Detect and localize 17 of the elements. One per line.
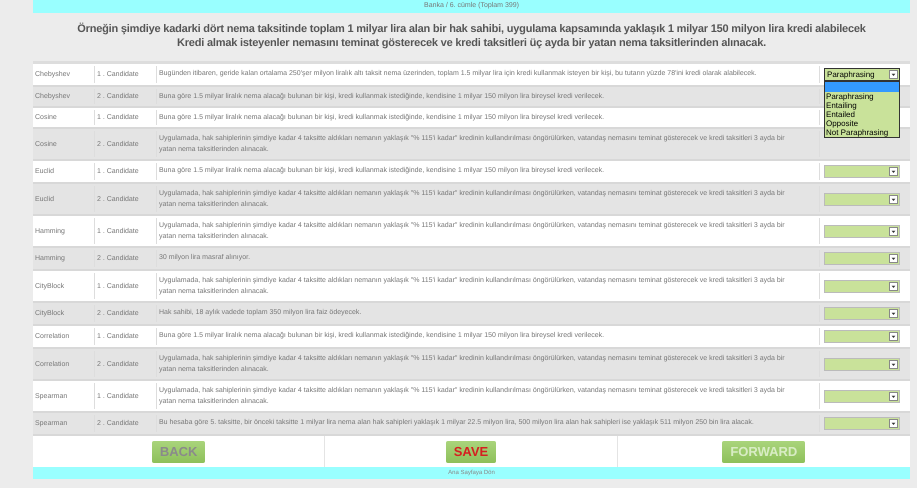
source-sentence: Örneğin şimdiye kadarki dört nema taksitinde toplam 1 milyar lira alan bir hak sahibi, uygulama kapsamında yaklaşık 1 milyar 150 milyon lira kredi alabilecek Kredi almak isteyenler nemasını teminat gösterecek ve kredi taksitleri üç ayda bir yatan nema taksitlerinden alınacak.	[76, 22, 867, 50]
answer-dropdown[interactable]	[824, 390, 900, 402]
dropdown-option[interactable]: Opposite	[825, 119, 899, 128]
dropdown-option[interactable]: Entailing	[825, 101, 899, 110]
answer-dropdown[interactable]	[824, 192, 900, 206]
dropdown-option[interactable]: Not Paraphrasing	[825, 128, 899, 137]
dropdown-option[interactable]: Entailed	[825, 110, 899, 119]
answer-dropdown[interactable]	[824, 417, 900, 430]
answer-dropdown[interactable]	[824, 224, 900, 238]
answer-dropdown[interactable]	[824, 165, 900, 178]
dropdown-option[interactable]: Paraphrasing	[825, 92, 899, 101]
answer-dropdown[interactable]	[824, 330, 900, 343]
answer-dropdown[interactable]: Paraphrasing	[824, 68, 900, 81]
answer-dropdown[interactable]	[824, 280, 900, 292]
answer-dropdown[interactable]	[824, 307, 900, 320]
answer-dropdown[interactable]	[824, 358, 900, 370]
answer-dropdown[interactable]	[824, 252, 900, 265]
